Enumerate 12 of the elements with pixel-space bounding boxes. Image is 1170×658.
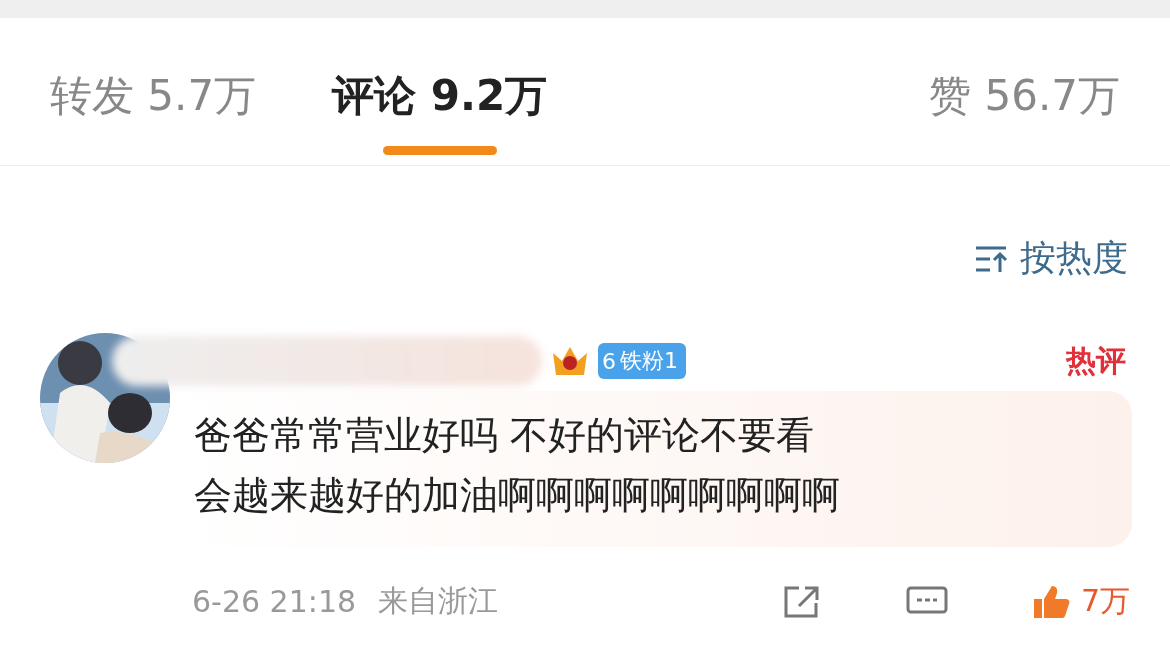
fan-badge: 6 铁粉1 — [598, 343, 686, 379]
sort-button[interactable]: 按热度 — [974, 234, 1128, 283]
comment-location: 来自浙江 — [378, 582, 499, 620]
sort-icon — [974, 244, 1010, 273]
comment-text: 会越来越好的加油啊啊啊啊啊啊啊啊啊 — [194, 472, 841, 519]
tab[interactable]: 评论 9.2万 — [332, 68, 548, 155]
like-count: 7万 — [1080, 582, 1130, 620]
tab[interactable]: 转发 5.7万 — [50, 68, 257, 124]
comment-text: 爸爸常常营业好吗 不好的评论不要看 — [194, 412, 816, 459]
hot-tag: 热评 — [1062, 341, 1130, 381]
comment-time: 6-26 21:18 — [192, 584, 357, 619]
tab[interactable]: 赞 56.7万 — [929, 68, 1120, 124]
